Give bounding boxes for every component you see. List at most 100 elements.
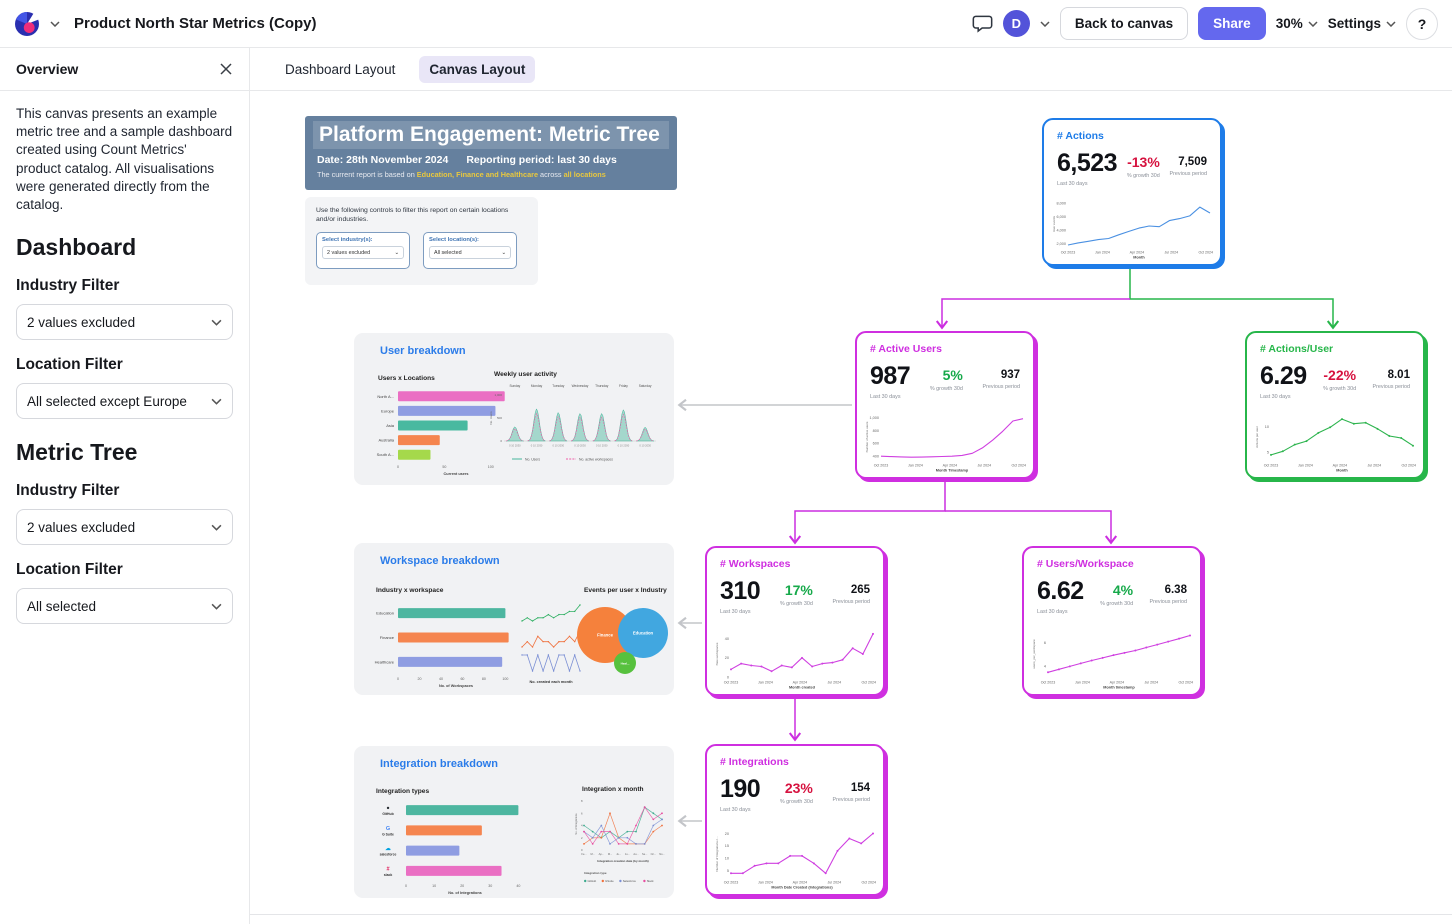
metric-card-active-users[interactable]: # Active Users 987 Last 30 days 5% % gro…	[855, 331, 1035, 479]
chevron-down-icon	[211, 524, 222, 531]
metric-tree-canvas[interactable]: Platform Engagement: Metric Tree Date: 2…	[250, 91, 1452, 924]
svg-text:6,000: 6,000	[1056, 215, 1066, 219]
svg-text:0 10 2030: 0 10 2030	[618, 444, 630, 448]
panel-integration-breakdown[interactable]: Integration breakdown Integration types …	[354, 746, 674, 898]
canvas-bottom-edge	[250, 914, 1452, 915]
actions-per-user-trend-chart: 510Oct 2023Jan 2024Apr 2024Jul 2024Oct 2…	[1254, 411, 1418, 473]
svg-text:40: 40	[516, 884, 520, 888]
svg-text:0 10 2030: 0 10 2030	[596, 444, 608, 448]
svg-text:50: 50	[442, 465, 446, 469]
tab-dashboard-layout[interactable]: Dashboard Layout	[275, 56, 405, 83]
settings-label: Settings	[1328, 16, 1381, 31]
svg-text:Education: Education	[376, 611, 394, 616]
metric-title: # Integrations	[720, 756, 870, 768]
svg-text:G: G	[386, 826, 390, 832]
avatar[interactable]: D	[1003, 10, 1030, 37]
count-logo-icon[interactable]	[14, 11, 40, 37]
svg-text:0 10 2030: 0 10 2030	[553, 444, 565, 448]
workspaces-trend-chart: 02040Oct 2023Jan 2024Apr 2024Jul 2024Oct…	[714, 628, 878, 690]
report-filter-box[interactable]: Use the following controls to filter thi…	[305, 197, 538, 285]
svg-text:GitHub: GitHub	[588, 879, 597, 883]
chevron-down-icon[interactable]	[50, 21, 60, 27]
metric-card-workspaces[interactable]: # Workspaces 310 Last 30 days 17% % grow…	[705, 546, 885, 696]
document-title[interactable]: Product North Star Metrics (Copy)	[74, 15, 317, 32]
dashboard-location-filter-select[interactable]: All selected except Europe	[16, 383, 233, 419]
svg-text:Jan 2024: Jan 2024	[1075, 681, 1090, 685]
tree-location-filter-select[interactable]: All selected	[16, 588, 233, 624]
zoom-control[interactable]: 30%	[1276, 16, 1318, 31]
metric-title: # Actions	[1057, 130, 1207, 142]
svg-text:Sunday: Sunday	[509, 384, 520, 388]
svg-text:0 10 2030: 0 10 2030	[509, 444, 521, 448]
svg-text:60: 60	[460, 677, 464, 681]
metric-value: 310	[720, 577, 760, 606]
settings-menu[interactable]: Settings	[1328, 16, 1396, 31]
metric-card-actions-user[interactable]: # Actions/User 6.29 Last 30 days -22% % …	[1245, 331, 1425, 479]
panel-user-breakdown[interactable]: User breakdown Users x Locations North A…	[354, 333, 674, 485]
svg-text:0: 0	[500, 439, 502, 443]
help-button[interactable]: ?	[1406, 8, 1438, 40]
zoom-level: 30%	[1276, 16, 1303, 31]
svg-text:Se...: Se...	[642, 852, 648, 856]
svg-text:4: 4	[581, 824, 583, 828]
svg-text:Jul 2024: Jul 2024	[1145, 681, 1159, 685]
svg-text:Integration creation date (by: Integration creation date (by month)	[597, 859, 648, 863]
metric-value: 6,523	[1057, 149, 1117, 178]
svg-text:Actions per user: Actions per user	[1255, 426, 1259, 448]
svg-text:Oct 2024: Oct 2024	[861, 881, 876, 885]
share-button[interactable]: Share	[1198, 7, 1266, 40]
svg-text:M...: M...	[608, 852, 613, 856]
tree-industry-filter-select[interactable]: 2 values excluded	[16, 509, 233, 545]
svg-text:Jan 2024: Jan 2024	[1095, 251, 1110, 255]
svg-text:2,000: 2,000	[1056, 242, 1066, 246]
svg-text:New workspaces: New workspaces	[715, 642, 719, 665]
tab-canvas-layout[interactable]: Canvas Layout	[419, 56, 535, 83]
svg-text:Month: Month	[1133, 256, 1145, 260]
metric-growth: 17%	[780, 582, 813, 598]
svg-text:Saturday: Saturday	[639, 384, 652, 388]
svg-text:500: 500	[497, 416, 502, 420]
dashboard-industry-filter-select[interactable]: 2 values excluded	[16, 304, 233, 340]
close-icon[interactable]	[219, 62, 233, 76]
svg-text:M...: M...	[591, 852, 596, 856]
svg-text:0 10 2030: 0 10 2030	[574, 444, 586, 448]
report-title-block[interactable]: Platform Engagement: Metric Tree Date: 2…	[305, 116, 677, 190]
svg-text:Oct 2023: Oct 2023	[1041, 681, 1056, 685]
svg-text:Salesforce: Salesforce	[623, 879, 637, 883]
location-filter-mini-select[interactable]: All selected⌄	[429, 246, 511, 259]
svg-text:0: 0	[405, 884, 407, 888]
svg-text:Month Date Created (Integratio: Month Date Created (Integrations)	[771, 886, 833, 890]
svg-text:0: 0	[397, 677, 399, 681]
svg-text:Ju...: Ju...	[616, 852, 621, 856]
comments-icon[interactable]	[972, 13, 993, 34]
metric-card-integrations[interactable]: # Integrations 190 Last 30 days 23% % gr…	[705, 744, 885, 896]
panel-workspace-breakdown[interactable]: Workspace breakdown Industry x workspace…	[354, 543, 674, 695]
svg-text:Healthcare: Healthcare	[375, 659, 395, 664]
metric-previous: 265	[833, 584, 870, 596]
svg-text:Oct 2024: Oct 2024	[1198, 251, 1213, 255]
svg-text:Oct 2023: Oct 2023	[724, 681, 739, 685]
svg-text:Ap...: Ap...	[599, 852, 605, 856]
metric-previous: 937	[983, 369, 1020, 381]
svg-text:Apr 2024: Apr 2024	[793, 681, 808, 685]
svg-text:Month: Month	[1336, 469, 1348, 473]
created-each-month-sparklines: No. created each month	[518, 597, 584, 689]
back-to-canvas-button[interactable]: Back to canvas	[1060, 7, 1188, 40]
metric-tree-heading: Metric Tree	[16, 439, 233, 466]
svg-text:Heal...: Heal...	[621, 662, 630, 666]
industry-filter-mini-select[interactable]: 2 values excluded⌄	[322, 246, 404, 259]
svg-text:Europe: Europe	[381, 408, 395, 413]
panel-title: User breakdown	[380, 345, 466, 357]
svg-text:User events: User events	[1052, 216, 1056, 233]
header: Product North Star Metrics (Copy) D Back…	[0, 0, 1452, 48]
chevron-down-icon	[211, 398, 222, 405]
metric-card-users-workspace[interactable]: # Users/Workspace 6.62 Last 30 days 4% %…	[1022, 546, 1202, 696]
sidebar-title: Overview	[16, 61, 78, 77]
svg-text:Fe...: Fe...	[581, 852, 586, 856]
sidebar-description: This canvas presents an example metric t…	[16, 105, 233, 214]
metric-title: # Actions/User	[1260, 343, 1410, 355]
metric-value: 6.29	[1260, 362, 1307, 391]
avatar-chevron-icon[interactable]	[1040, 21, 1050, 27]
metric-card-actions[interactable]: # Actions 6,523 Last 30 days -13% % grow…	[1042, 118, 1222, 266]
svg-text:0: 0	[397, 465, 399, 469]
